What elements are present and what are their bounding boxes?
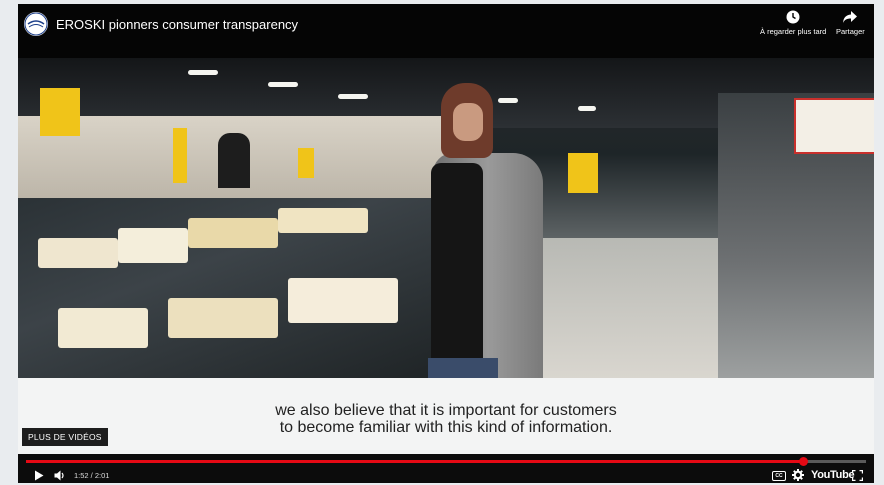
- fullscreen-icon[interactable]: [852, 470, 863, 481]
- video-frame[interactable]: [18, 58, 874, 378]
- progress-bar[interactable]: [26, 457, 866, 466]
- promo-sign: [298, 148, 314, 178]
- ceiling-light: [578, 106, 596, 111]
- cheese-block: [168, 298, 278, 338]
- share-arrow-icon: [843, 11, 858, 23]
- player-controls: 1:52 / 2:01 CC YouTube: [18, 454, 874, 483]
- ceiling-light: [338, 94, 368, 99]
- promo-sign: [40, 88, 80, 136]
- subtitle-area: we also believe that it is important for…: [18, 378, 874, 454]
- progress-played: [26, 460, 803, 463]
- player-top-bar: EROSKI pionners consumer transparency À …: [18, 4, 874, 58]
- share-button[interactable]: Partager: [836, 10, 865, 36]
- video-player[interactable]: EROSKI pionners consumer transparency À …: [18, 4, 874, 483]
- cheese-block: [288, 278, 398, 323]
- ceiling-light: [268, 82, 298, 87]
- presenter-figure: [413, 83, 543, 378]
- watch-later-button[interactable]: À regarder plus tard: [760, 10, 826, 36]
- cheese-block: [188, 218, 278, 248]
- share-label: Partager: [836, 27, 865, 36]
- channel-logo[interactable]: [24, 12, 48, 36]
- subtitles-icon[interactable]: CC: [772, 471, 786, 481]
- channel-logo-graphic: [24, 12, 48, 36]
- gear-icon[interactable]: [792, 469, 804, 481]
- cheese-block: [38, 238, 118, 268]
- caption-line-1: we also believe that it is important for…: [275, 402, 617, 419]
- presenter-jeans: [428, 358, 498, 378]
- cheese-block: [118, 228, 188, 263]
- deli-menu-board: [794, 98, 874, 154]
- more-videos-button[interactable]: PLUS DE VIDÉOS: [22, 428, 108, 446]
- caption-line-2: to become familiar with this kind of inf…: [279, 419, 613, 436]
- time-display: 1:52 / 2:01: [74, 471, 110, 480]
- employee-figure: [218, 133, 250, 188]
- volume-icon[interactable]: [54, 470, 66, 481]
- presenter-face: [453, 103, 483, 141]
- cheese-block: [278, 208, 368, 233]
- play-icon[interactable]: [34, 470, 44, 481]
- cheese-block: [58, 308, 148, 348]
- clock-icon: [786, 10, 800, 24]
- video-title[interactable]: EROSKI pionners consumer transparency: [56, 17, 298, 32]
- scrubber-handle[interactable]: [799, 457, 808, 466]
- watch-later-label: À regarder plus tard: [760, 27, 827, 36]
- ceiling-light: [188, 70, 218, 75]
- youtube-logo[interactable]: YouTube: [811, 469, 855, 481]
- promo-sign: [173, 128, 187, 183]
- promo-sign: [568, 153, 598, 193]
- cheese-display-case: [18, 198, 438, 378]
- presenter-shirt: [431, 163, 483, 378]
- closed-caption: we also believe that it is important for…: [18, 402, 874, 436]
